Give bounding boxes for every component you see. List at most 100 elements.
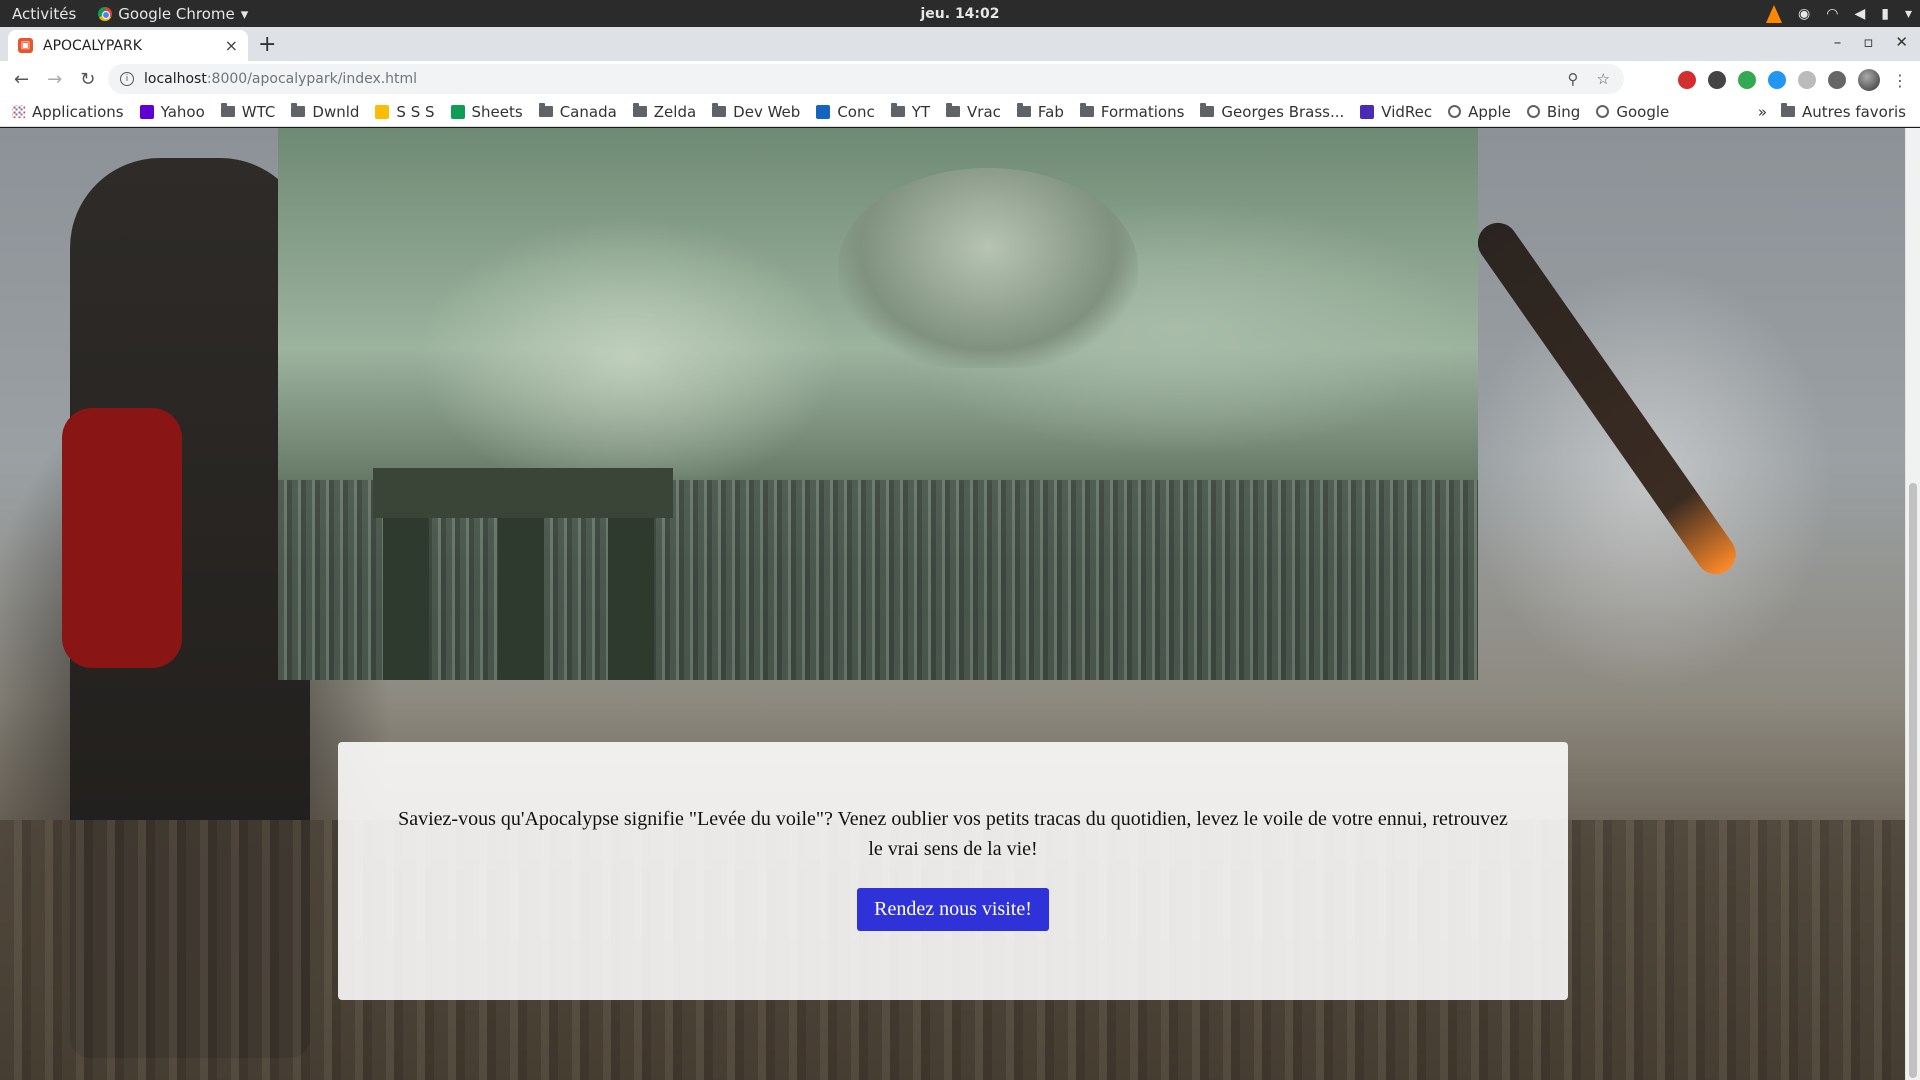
hero-statues <box>838 168 1138 368</box>
bookmark-label: Formations <box>1100 102 1185 121</box>
chevron-down-icon[interactable]: ▾ <box>1905 6 1912 22</box>
address-bar[interactable]: i localhost :8000/apocalypark/index.html… <box>108 64 1624 94</box>
grammarly-icon[interactable] <box>1738 71 1756 89</box>
bookmark-item[interactable]: Fab <box>1016 102 1064 121</box>
nav-buttons: ← → ↻ <box>0 69 110 90</box>
bookmark-label: Zelda <box>653 102 697 121</box>
scrollbar-thumb[interactable] <box>1909 483 1917 1078</box>
bookmark-item[interactable]: S S S <box>375 102 435 121</box>
globe-icon <box>1526 105 1540 118</box>
vlc-icon[interactable] <box>1766 4 1783 23</box>
bookmark-item[interactable]: Google <box>1596 103 1669 121</box>
bookmark-item[interactable]: YT <box>890 102 931 121</box>
bookmark-star-icon[interactable]: ☆ <box>1597 70 1610 88</box>
app-menu[interactable]: Google Chrome ▾ <box>88 5 258 23</box>
bookmark-item[interactable]: Apple <box>1448 103 1511 121</box>
battery-icon: ▮ <box>1881 5 1889 22</box>
conc-icon <box>816 104 831 119</box>
chevron-down-icon: ▾ <box>240 4 249 23</box>
background-meteor <box>1470 215 1744 583</box>
bookmark-label: Sheets <box>471 102 523 121</box>
bookmark-item[interactable]: Formations <box>1079 102 1185 121</box>
vidrec-icon <box>1360 104 1375 119</box>
folder-icon <box>1781 103 1796 117</box>
bookmark-item[interactable]: Vrac <box>946 103 1001 121</box>
bookmark-item[interactable]: VidRec <box>1360 103 1432 121</box>
bookmark-item[interactable]: Canada <box>538 102 617 121</box>
back-arrow-icon[interactable]: ← <box>14 69 29 90</box>
bookmark-label: YT <box>911 102 931 121</box>
restore-button[interactable]: ▫ <box>1863 33 1873 51</box>
clock[interactable]: jeu. 14:02 <box>900 6 1020 22</box>
globe-icon <box>1448 105 1462 118</box>
bookmarks-bar: Applications Yahoo WTC Dwnld S S S Sheets Cana… <box>0 97 1920 127</box>
background-backpack <box>62 408 182 668</box>
app-menu-label: Google Chrome <box>118 4 235 23</box>
extension-icon[interactable] <box>1798 71 1816 89</box>
site-info-icon[interactable]: i <box>120 72 134 86</box>
site-favicon-icon: ▣ <box>18 38 33 53</box>
dark-mode-icon[interactable] <box>1828 71 1846 89</box>
other-bookmarks-folder[interactable]: Autres favoris <box>1781 103 1906 121</box>
bookmark-label: Applications <box>32 102 124 121</box>
profile-avatar[interactable] <box>1858 69 1880 91</box>
bookmark-item[interactable]: Conc <box>816 102 875 121</box>
adblock-icon[interactable] <box>1678 71 1696 89</box>
close-window-button[interactable]: ✕ <box>1895 33 1908 51</box>
tab-close-icon[interactable]: × <box>225 36 238 55</box>
window-controls: – ▫ ✕ <box>1834 33 1908 51</box>
volume-icon: ◀ <box>1854 5 1866 22</box>
wifi-icon: ◠ <box>1826 5 1839 22</box>
bookmark-label: Apple <box>1468 102 1511 121</box>
folder-icon <box>291 103 306 117</box>
page-scrollbar[interactable] <box>1905 128 1920 1080</box>
bookmark-item[interactable]: Zelda <box>632 102 697 121</box>
globe-icon <box>1596 105 1610 118</box>
bookmark-label: VidRec <box>1381 102 1433 121</box>
bookmark-label: WTC <box>241 102 276 121</box>
bookmark-item[interactable]: Bing <box>1526 103 1580 121</box>
bookmark-label: Yahoo <box>160 102 205 121</box>
forward-arrow-icon[interactable]: → <box>47 69 62 90</box>
folder-icon <box>712 103 727 117</box>
minimize-button[interactable]: – <box>1834 33 1842 51</box>
intro-text: Saviez-vous qu'Apocalypse signifie "Levé… <box>398 808 1508 860</box>
bookmarks-overflow-button[interactable]: » <box>1758 103 1767 121</box>
reload-icon[interactable]: ↻ <box>80 69 95 90</box>
hero-ruin <box>373 468 673 680</box>
folder-icon <box>1079 103 1094 117</box>
discord-icon[interactable]: ◉ <box>1798 6 1810 22</box>
menu-icon[interactable]: ⋮ <box>1892 71 1908 90</box>
bookmark-item[interactable]: Dwnld <box>291 103 359 121</box>
bookmark-label: Vrac <box>967 102 1001 121</box>
system-tray[interactable]: ◉ ◠ ◀ ▮ ▾ <box>1766 0 1912 27</box>
bookmark-item[interactable]: Dev Web <box>712 103 800 121</box>
bookmark-label: Canada <box>559 102 617 121</box>
apps-grid-icon <box>12 105 25 118</box>
bookmark-item[interactable]: Applications <box>12 103 124 121</box>
hero-image <box>278 128 1478 680</box>
yahoo-icon <box>139 104 154 119</box>
bookmark-item[interactable]: Georges Brass... <box>1200 103 1344 121</box>
activities-button[interactable]: Activités <box>0 0 88 27</box>
folder-icon <box>632 103 647 117</box>
new-tab-button[interactable]: + <box>258 32 276 57</box>
chrome-icon <box>98 6 113 21</box>
tab-strip: ▣ APOCALYPARK × + – ▫ ✕ <box>0 27 1920 61</box>
bookmark-label: Fab <box>1037 102 1064 121</box>
bookmark-item[interactable]: Yahoo <box>139 102 205 121</box>
bookmark-label: Conc <box>837 102 875 121</box>
bookmark-label: Dwnld <box>312 102 360 121</box>
extensions-area: ⋮ <box>1678 69 1908 91</box>
cloud-icon[interactable] <box>1768 71 1786 89</box>
extension-icon[interactable] <box>1708 71 1726 89</box>
system-top-bar: Activités Google Chrome ▾ jeu. 14:02 ◉ ◠… <box>0 0 1920 27</box>
bookmark-item[interactable]: Sheets <box>450 102 523 121</box>
visit-button[interactable]: Rendez nous visite! <box>857 888 1049 931</box>
bookmark-label: Google <box>1616 102 1670 121</box>
tab-title: APOCALYPARK <box>43 37 142 54</box>
bookmark-item[interactable]: WTC <box>220 102 276 121</box>
bookmark-label: S S S <box>396 102 435 121</box>
zoom-icon[interactable]: ⚲ <box>1568 70 1579 88</box>
tab-apocalypark[interactable]: ▣ APOCALYPARK × <box>8 30 248 61</box>
